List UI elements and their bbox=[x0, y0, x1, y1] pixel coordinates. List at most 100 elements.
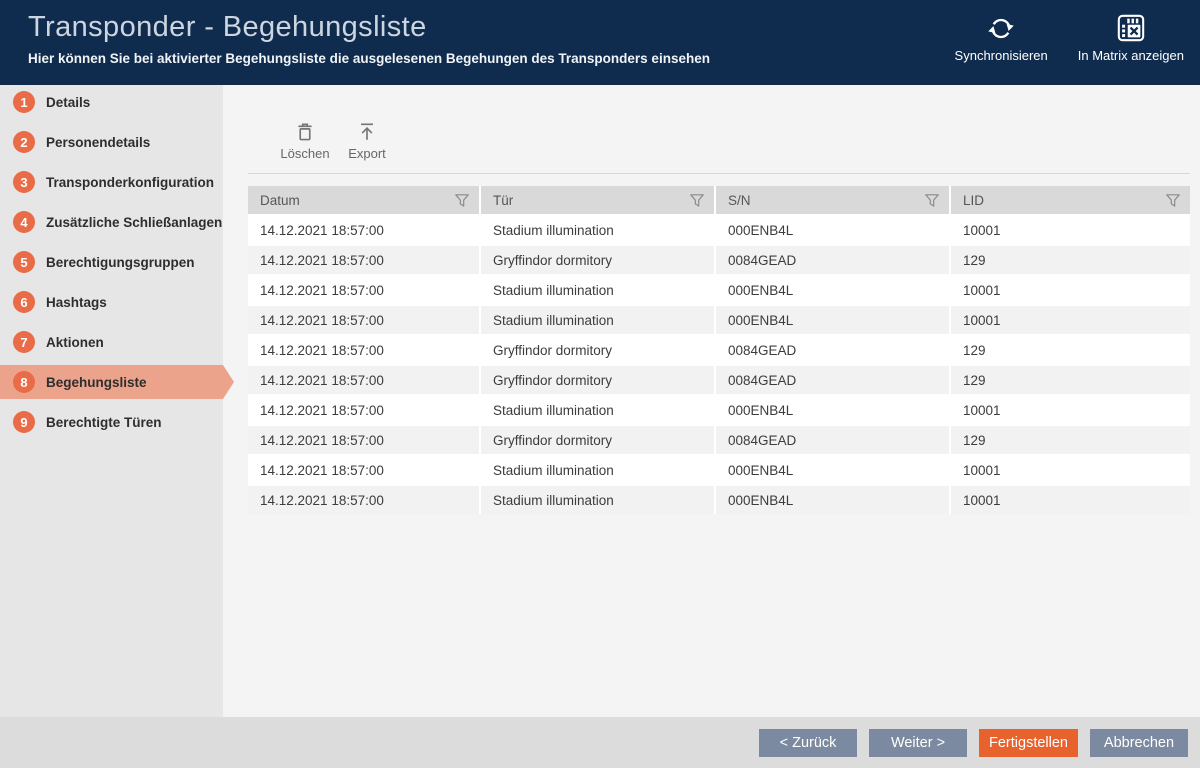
step-number-badge: 7 bbox=[13, 331, 35, 353]
synchronize-button[interactable]: Synchronisieren bbox=[955, 12, 1048, 85]
header-actions: Synchronisieren In Matrix anzeigen bbox=[955, 0, 1184, 85]
cell-datum: 14.12.2021 18:57:00 bbox=[248, 456, 479, 484]
cell-lid: 10001 bbox=[951, 216, 1190, 244]
cell-sn: 000ENB4L bbox=[716, 216, 949, 244]
export-up-arrow-icon bbox=[356, 119, 378, 143]
filter-funnel-icon[interactable] bbox=[455, 194, 469, 210]
sidebar-item-label: Berechtigungsgruppen bbox=[46, 255, 195, 270]
step-number-badge: 2 bbox=[13, 131, 35, 153]
cell-tuer: Stadium illumination bbox=[481, 306, 714, 334]
export-button[interactable]: Export bbox=[342, 119, 392, 161]
sidebar-item-begehungsliste[interactable]: 8 Begehungsliste bbox=[0, 365, 223, 399]
table-row[interactable]: 14.12.2021 18:57:00 Gryffindor dormitory… bbox=[248, 366, 1190, 394]
filter-funnel-icon[interactable] bbox=[1166, 194, 1180, 210]
table-row[interactable]: 14.12.2021 18:57:00 Stadium illumination… bbox=[248, 306, 1190, 334]
page-title: Transponder - Begehungsliste bbox=[28, 11, 710, 44]
cell-datum: 14.12.2021 18:57:00 bbox=[248, 426, 479, 454]
trash-icon bbox=[294, 119, 316, 143]
table-row[interactable]: 14.12.2021 18:57:00 Stadium illumination… bbox=[248, 276, 1190, 304]
column-header-tuer[interactable]: Tür bbox=[481, 186, 714, 214]
table-row[interactable]: 14.12.2021 18:57:00 Stadium illumination… bbox=[248, 456, 1190, 484]
table-row[interactable]: 14.12.2021 18:57:00 Gryffindor dormitory… bbox=[248, 336, 1190, 364]
column-header-lid[interactable]: LID bbox=[951, 186, 1190, 214]
delete-button[interactable]: Löschen bbox=[280, 119, 330, 161]
cell-lid: 10001 bbox=[951, 276, 1190, 304]
wizard-sidebar: 1 Details 2 Personendetails 3 Transponde… bbox=[0, 85, 223, 717]
filter-funnel-icon[interactable] bbox=[925, 194, 939, 210]
sidebar-item-label: Begehungsliste bbox=[46, 375, 147, 390]
cell-lid: 10001 bbox=[951, 486, 1190, 514]
table-row[interactable]: 14.12.2021 18:57:00 Stadium illumination… bbox=[248, 396, 1190, 424]
wizard-footer: < Zurück Weiter > Fertigstellen Abbreche… bbox=[0, 717, 1200, 768]
sidebar-item-details[interactable]: 1 Details bbox=[0, 85, 223, 119]
step-number-badge: 3 bbox=[13, 171, 35, 193]
title-bar: Transponder - Begehungsliste Hier können… bbox=[0, 0, 1200, 85]
access-list-table: Datum Tür S/N bbox=[248, 186, 1190, 514]
cell-datum: 14.12.2021 18:57:00 bbox=[248, 216, 479, 244]
sidebar-item-label: Personendetails bbox=[46, 135, 150, 150]
sidebar-item-berechtigungsgruppen[interactable]: 5 Berechtigungsgruppen bbox=[0, 245, 223, 279]
step-number-badge: 4 bbox=[13, 211, 35, 233]
table-body: 14.12.2021 18:57:00 Stadium illumination… bbox=[248, 216, 1190, 514]
show-in-matrix-button[interactable]: In Matrix anzeigen bbox=[1078, 12, 1184, 85]
back-button[interactable]: < Zurück bbox=[759, 729, 857, 757]
sidebar-item-zusaetzliche-schliessanlagen[interactable]: 4 Zusätzliche Schließanlagen bbox=[0, 205, 223, 239]
cell-sn: 0084GEAD bbox=[716, 246, 949, 274]
table-row[interactable]: 14.12.2021 18:57:00 Stadium illumination… bbox=[248, 486, 1190, 514]
column-header-label: Tür bbox=[493, 193, 513, 208]
cell-datum: 14.12.2021 18:57:00 bbox=[248, 366, 479, 394]
table-row[interactable]: 14.12.2021 18:57:00 Stadium illumination… bbox=[248, 216, 1190, 244]
table-row[interactable]: 14.12.2021 18:57:00 Gryffindor dormitory… bbox=[248, 246, 1190, 274]
step-number-badge: 6 bbox=[13, 291, 35, 313]
sidebar-item-transponderkonfiguration[interactable]: 3 Transponderkonfiguration bbox=[0, 165, 223, 199]
cell-tuer: Gryffindor dormitory bbox=[481, 366, 714, 394]
cell-lid: 10001 bbox=[951, 396, 1190, 424]
matrix-grid-icon bbox=[1116, 12, 1146, 44]
filter-funnel-icon[interactable] bbox=[690, 194, 704, 210]
sidebar-item-label: Details bbox=[46, 95, 90, 110]
cell-tuer: Stadium illumination bbox=[481, 276, 714, 304]
column-header-label: Datum bbox=[260, 193, 300, 208]
sidebar-item-label: Transponderkonfiguration bbox=[46, 175, 214, 190]
step-number-badge: 1 bbox=[13, 91, 35, 113]
cell-sn: 0084GEAD bbox=[716, 366, 949, 394]
main-content: Löschen Export Datum bbox=[223, 85, 1200, 717]
step-number-badge: 5 bbox=[13, 251, 35, 273]
cell-datum: 14.12.2021 18:57:00 bbox=[248, 486, 479, 514]
cell-tuer: Stadium illumination bbox=[481, 486, 714, 514]
next-button[interactable]: Weiter > bbox=[869, 729, 967, 757]
column-header-sn[interactable]: S/N bbox=[716, 186, 949, 214]
toolbar: Löschen Export bbox=[248, 85, 1190, 174]
cell-sn: 000ENB4L bbox=[716, 396, 949, 424]
column-header-label: S/N bbox=[728, 193, 751, 208]
sidebar-item-label: Aktionen bbox=[46, 335, 104, 350]
cell-datum: 14.12.2021 18:57:00 bbox=[248, 396, 479, 424]
cell-datum: 14.12.2021 18:57:00 bbox=[248, 306, 479, 334]
table-row[interactable]: 14.12.2021 18:57:00 Gryffindor dormitory… bbox=[248, 426, 1190, 454]
show-in-matrix-label: In Matrix anzeigen bbox=[1078, 48, 1184, 63]
cell-sn: 0084GEAD bbox=[716, 426, 949, 454]
cell-datum: 14.12.2021 18:57:00 bbox=[248, 336, 479, 364]
cancel-button[interactable]: Abbrechen bbox=[1090, 729, 1188, 757]
column-header-label: LID bbox=[963, 193, 984, 208]
cell-tuer: Gryffindor dormitory bbox=[481, 246, 714, 274]
sidebar-item-aktionen[interactable]: 7 Aktionen bbox=[0, 325, 223, 359]
cell-sn: 000ENB4L bbox=[716, 276, 949, 304]
cell-lid: 129 bbox=[951, 366, 1190, 394]
cell-lid: 10001 bbox=[951, 456, 1190, 484]
sidebar-item-personendetails[interactable]: 2 Personendetails bbox=[0, 125, 223, 159]
cell-tuer: Stadium illumination bbox=[481, 396, 714, 424]
cell-sn: 000ENB4L bbox=[716, 456, 949, 484]
cell-tuer: Stadium illumination bbox=[481, 456, 714, 484]
sidebar-item-hashtags[interactable]: 6 Hashtags bbox=[0, 285, 223, 319]
column-header-datum[interactable]: Datum bbox=[248, 186, 479, 214]
cell-lid: 10001 bbox=[951, 306, 1190, 334]
cell-datum: 14.12.2021 18:57:00 bbox=[248, 276, 479, 304]
cell-tuer: Stadium illumination bbox=[481, 216, 714, 244]
delete-label: Löschen bbox=[280, 146, 329, 161]
sidebar-item-label: Hashtags bbox=[46, 295, 107, 310]
sidebar-item-berechtigte-tueren[interactable]: 9 Berechtigte Türen bbox=[0, 405, 223, 439]
finish-button[interactable]: Fertigstellen bbox=[979, 729, 1078, 757]
sidebar-item-label: Zusätzliche Schließanlagen bbox=[46, 215, 222, 230]
cell-sn: 000ENB4L bbox=[716, 306, 949, 334]
